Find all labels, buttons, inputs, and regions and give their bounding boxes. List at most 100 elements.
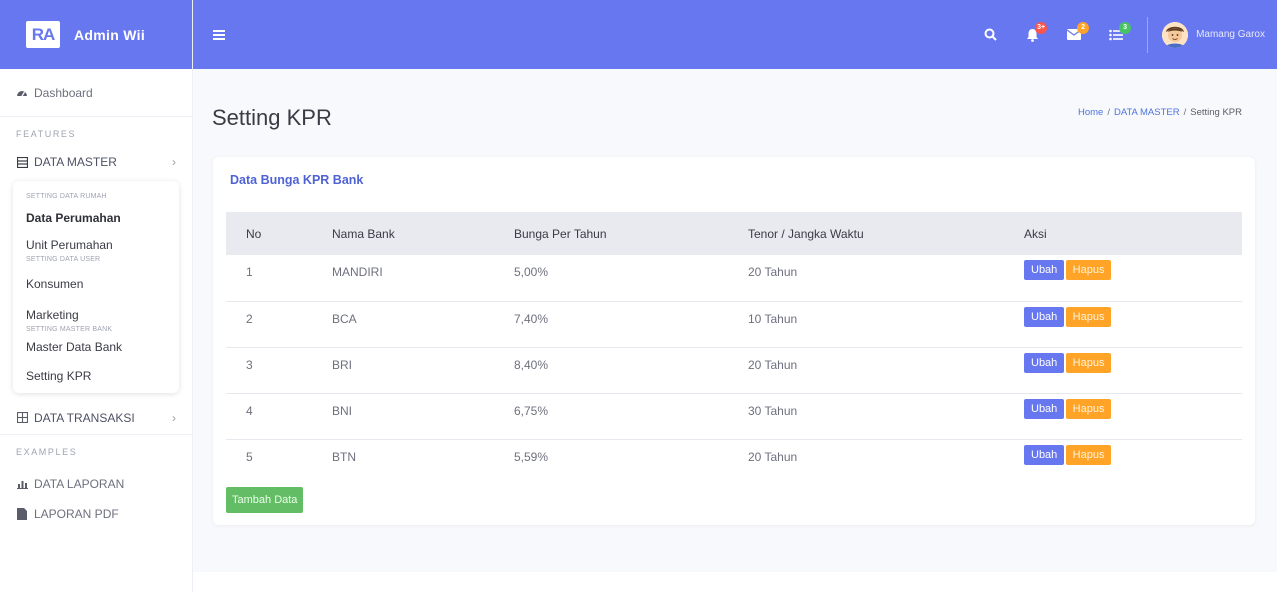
cell-bank: MANDIRI (312, 255, 494, 302)
delete-button[interactable]: Hapus (1065, 444, 1112, 465)
table-row: 2 BCA 7,40% 10 Tahun Ubah Hapus (226, 301, 1242, 348)
delete-button[interactable]: Hapus (1065, 306, 1112, 327)
edit-button[interactable]: Ubah (1024, 444, 1065, 465)
breadcrumb: Home / DATA MASTER / Setting KPR (1078, 107, 1242, 118)
kpr-card: Data Bunga KPR Bank No Nama Bank Bunga P… (213, 157, 1255, 525)
cell-no: 2 (226, 301, 312, 348)
cell-bank: BRI (312, 347, 494, 394)
cell-tenor: 20 Tahun (728, 255, 1004, 302)
sidebar: RA Admin Wii Dashboard FEATURES DATA MAS… (0, 0, 193, 592)
messages-badge: 2 (1077, 21, 1090, 34)
cell-aksi: Ubah Hapus (1004, 439, 1242, 467)
sidebar-item-label: Dashboard (34, 85, 93, 100)
edit-button[interactable]: Ubah (1024, 260, 1065, 280)
card-title: Data Bunga KPR Bank (230, 173, 364, 187)
breadcrumb-home[interactable]: Home (1078, 107, 1103, 118)
sidebar-item-data-laporan[interactable]: DATA LAPORAN (0, 469, 192, 499)
cell-tenor: 20 Tahun (748, 449, 798, 464)
submenu-item-setting-kpr[interactable]: Setting KPR (13, 364, 179, 387)
table-header-row: No Nama Bank Bunga Per Tahun Tenor / Jan… (226, 212, 1242, 255)
table-row: 3 BRI 8,40% 20 Tahun Ubah Hapus (226, 347, 1242, 394)
cell-no: 4 (226, 393, 312, 440)
edit-button[interactable]: Ubah (1024, 306, 1065, 327)
main-content: Setting KPR Home / DATA MASTER / Setting… (193, 69, 1277, 592)
cell-aksi: Ubah Hapus (1004, 393, 1242, 440)
sidebar-item-label: DATA LAPORAN (34, 477, 125, 491)
submenu-heading-bank: SETTING MASTER BANK (26, 326, 113, 333)
submenu-item-data-perumahan[interactable]: Data Perumahan (13, 206, 179, 233)
delete-button[interactable]: Hapus (1065, 260, 1112, 280)
brand[interactable]: RA Admin Wii (0, 0, 192, 69)
cell-tenor: 10 Tahun (728, 301, 1004, 348)
submenu-heading-user: SETTING DATA USER (26, 256, 101, 263)
file-pdf-icon (16, 508, 28, 520)
envelope-icon[interactable]: 2 (1065, 21, 1090, 44)
page-title: Setting KPR (212, 105, 332, 130)
sidebar-item-dashboard[interactable]: Dashboard (0, 69, 192, 117)
brand-logo: RA (26, 21, 60, 48)
submenu-item-unit-perumahan[interactable]: Unit Perumahan (13, 233, 179, 254)
sidebar-heading-features: FEATURES (16, 129, 77, 139)
cell-aksi: Ubah Hapus (1004, 301, 1242, 348)
chart-icon (16, 478, 28, 490)
column-header-aksi: Aksi (1024, 226, 1047, 241)
edit-button[interactable]: Ubah (1024, 352, 1065, 373)
cell-tenor: 30 Tahun (728, 393, 1004, 440)
bell-icon[interactable]: 3+ (1023, 21, 1048, 44)
topbar: 3+ 2 3 Mamang Garox (193, 0, 1277, 69)
add-data-button[interactable]: Tambah Data (226, 487, 304, 513)
submenu-item-marketing[interactable]: Marketing (13, 303, 179, 324)
breadcrumb-current: Setting KPR (1190, 107, 1242, 118)
column-header-nama-bank: Nama Bank (332, 226, 395, 241)
archive-icon (16, 156, 28, 168)
chevron-right-icon: › (172, 410, 176, 425)
table-icon (16, 412, 28, 424)
cell-bunga: 5,59% (514, 449, 549, 464)
tasks-icon[interactable]: 3 (1107, 21, 1132, 44)
sidebar-heading-examples: EXAMPLES (16, 447, 78, 457)
sidebar-item-data-master[interactable]: DATA MASTER › (0, 145, 192, 179)
cell-bunga: 5,00% (494, 255, 728, 302)
sidebar-item-data-transaksi[interactable]: DATA TRANSAKSI › (0, 401, 192, 435)
topbar-divider (1147, 16, 1149, 53)
table-row: 5 BTN 5,59% 20 Tahun Ubah Hapus (226, 439, 1242, 467)
cell-tenor: 20 Tahun (728, 347, 1004, 394)
edit-button[interactable]: Ubah (1024, 398, 1065, 419)
breadcrumb-separator: / (1107, 107, 1110, 118)
cell-bunga: 6,75% (494, 393, 728, 440)
user-name[interactable]: Mamang Garox (1196, 29, 1265, 40)
cell-no: 5 (246, 449, 253, 464)
sidebar-item-label: LAPORAN PDF (34, 507, 119, 521)
search-icon[interactable] (981, 26, 999, 44)
data-master-submenu: SETTING DATA RUMAH Data Perumahan Unit P… (13, 181, 179, 393)
cell-bank: BNI (312, 393, 494, 440)
column-header-no: No (246, 226, 262, 241)
breadcrumb-separator: / (1183, 107, 1187, 118)
table-row: 1 MANDIRI 5,00% 20 Tahun Ubah Hapus (226, 255, 1242, 302)
submenu-heading-rumah: SETTING DATA RUMAH (26, 193, 107, 200)
sidebar-item-laporan-pdf[interactable]: LAPORAN PDF (0, 499, 192, 529)
cell-no: 1 (226, 255, 312, 302)
sidebar-item-label: DATA TRANSAKSI (34, 410, 135, 425)
kpr-table: No Nama Bank Bunga Per Tahun Tenor / Jan… (226, 212, 1242, 467)
hamburger-icon[interactable] (213, 29, 225, 40)
column-header-bunga: Bunga Per Tahun (514, 226, 607, 241)
avatar[interactable] (1162, 21, 1189, 48)
cell-bunga: 7,40% (494, 301, 728, 348)
tasks-badge: 3 (1119, 21, 1132, 34)
column-header-tenor: Tenor / Jangka Waktu (748, 226, 864, 241)
cell-bank: BCA (312, 301, 494, 348)
delete-button[interactable]: Hapus (1065, 398, 1112, 419)
submenu-item-master-data-bank[interactable]: Master Data Bank (13, 335, 179, 364)
cell-bunga: 8,40% (494, 347, 728, 394)
cell-aksi: Ubah Hapus (1004, 255, 1242, 302)
brand-name: Admin Wii (74, 26, 146, 43)
cell-aksi: Ubah Hapus (1004, 347, 1242, 394)
delete-button[interactable]: Hapus (1065, 352, 1112, 373)
cell-no: 3 (226, 347, 312, 394)
chevron-right-icon: › (172, 155, 176, 169)
breadcrumb-data-master[interactable]: DATA MASTER (1114, 107, 1180, 118)
submenu-item-konsumen[interactable]: Konsumen (13, 269, 179, 303)
cell-bank: BTN (332, 449, 356, 464)
tachometer-icon (16, 87, 28, 99)
